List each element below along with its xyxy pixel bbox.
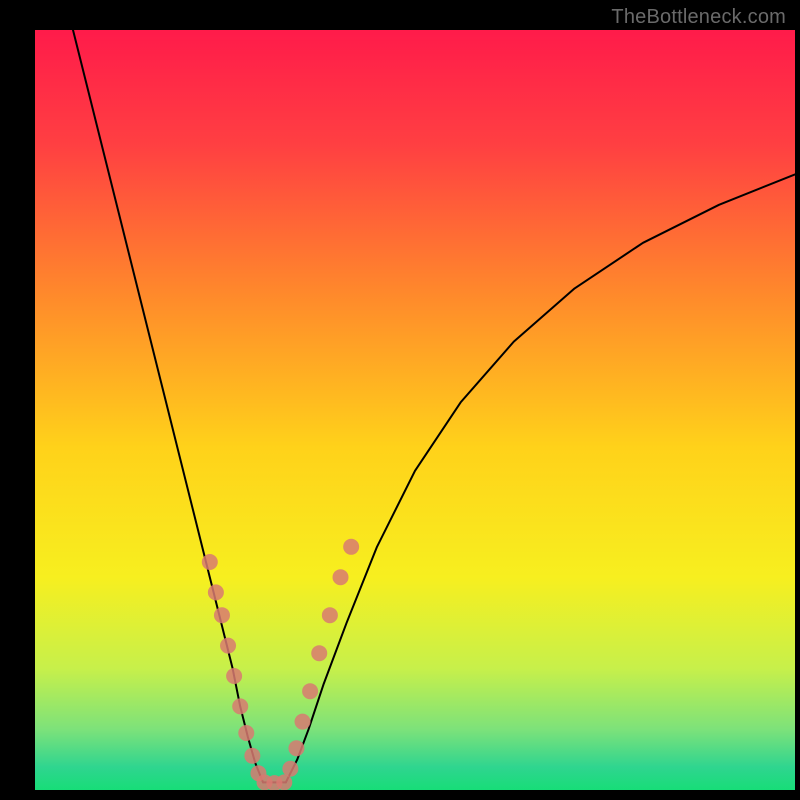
marker-point — [282, 761, 298, 777]
marker-point — [295, 714, 311, 730]
marker-point — [311, 645, 327, 661]
marker-point — [244, 748, 260, 764]
marker-point — [343, 539, 359, 555]
marker-point — [322, 607, 338, 623]
marker-point — [208, 584, 224, 600]
marker-point — [232, 698, 248, 714]
marker-point — [214, 607, 230, 623]
marker-point — [202, 554, 218, 570]
marker-point — [333, 569, 349, 585]
marker-point — [238, 725, 254, 741]
chart-stage: TheBottleneck.com — [0, 0, 800, 800]
marker-point — [220, 638, 236, 654]
chart-svg — [0, 0, 800, 800]
marker-point — [226, 668, 242, 684]
marker-point — [302, 683, 318, 699]
marker-point — [276, 774, 292, 790]
marker-point — [288, 740, 304, 756]
plot-background — [35, 30, 795, 790]
watermark-label: TheBottleneck.com — [611, 6, 786, 29]
